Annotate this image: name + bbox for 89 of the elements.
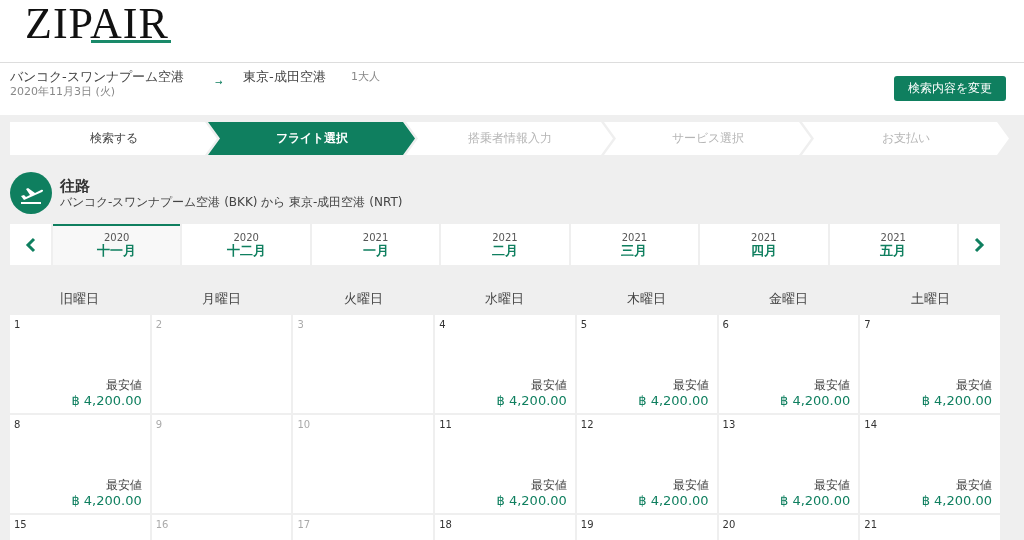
fare-price: ฿ 4,200.00 [921, 493, 992, 509]
day-number: 2 [155, 319, 164, 330]
day-number: 14 [864, 419, 878, 430]
weekday-header: 月曜日 [201, 290, 243, 308]
weekday-header: 旧曜日 [59, 290, 101, 308]
fare-price: ฿ 4,200.00 [496, 493, 567, 509]
fare-price: ฿ 4,200.00 [71, 493, 142, 509]
day-number: 5 [580, 319, 589, 330]
month-tab[interactable]: 2021 二月 [441, 224, 569, 265]
weekday-header: 水曜日 [484, 290, 526, 308]
chevron-left-icon [24, 236, 37, 253]
calendar-day-cell[interactable]: 1 最安値 ฿ 4,200.00 [10, 315, 150, 413]
day-number: 8 [14, 419, 22, 430]
fare-price: ฿ 4,200.00 [780, 393, 851, 409]
lowest-fare-label: 最安値 [672, 378, 709, 393]
calendar-day-cell[interactable]: 19 [576, 515, 717, 540]
lowest-fare-label: 最安値 [105, 478, 142, 493]
day-number: 10 [297, 419, 312, 430]
calendar-day-cell[interactable]: 5 最安値 ฿ 4,200.00 [576, 315, 717, 413]
lowest-fare-label: 最安値 [956, 378, 992, 393]
weekday-header: 土曜日 [909, 290, 951, 308]
passenger-count: 1大人 [351, 69, 380, 85]
month-tab[interactable]: 2020 十二月 [182, 224, 310, 265]
calendar-day-cell[interactable]: 21 [860, 515, 1000, 540]
fare-price: ฿ 4,200.00 [71, 393, 142, 409]
route-arrow: → [215, 77, 224, 87]
day-number: 21 [864, 519, 878, 530]
departing-plane-icon [10, 172, 52, 214]
lowest-fare-label: 最安値 [814, 378, 851, 393]
progress-step: サービス選択 [604, 122, 811, 155]
month-tab[interactable]: 2021 五月 [829, 224, 957, 265]
weekday-header: 金曜日 [767, 290, 809, 308]
zipair-logo[interactable]: ZIPAIR [25, 2, 169, 46]
day-number: 7 [864, 319, 872, 330]
calendar-day-cell[interactable]: 13 最安値 ฿ 4,200.00 [718, 415, 859, 513]
fare-price: ฿ 4,200.00 [780, 493, 851, 509]
calendar-day-cell[interactable]: 11 最安値 ฿ 4,200.00 [435, 415, 575, 513]
day-number: 12 [580, 419, 595, 430]
calendar-day-cell[interactable]: 12 最安値 ฿ 4,200.00 [576, 415, 717, 513]
day-number: 4 [439, 319, 447, 330]
lowest-fare-label: 最安値 [814, 478, 851, 493]
day-number: 6 [722, 319, 730, 330]
day-number: 1 [14, 319, 22, 330]
departure-date: 2020年11月3日 (火) [10, 85, 117, 98]
change-search-button[interactable]: 検索内容を変更 [894, 76, 1006, 101]
month-tab[interactable]: 2020 十一月 [53, 224, 181, 265]
progress-step: 搭乗者情報入力 [406, 122, 613, 155]
day-number: 3 [297, 319, 305, 330]
fare-price: ฿ 4,200.00 [921, 393, 992, 409]
fare-price: ฿ 4,200.00 [496, 393, 567, 409]
day-number: 19 [580, 519, 595, 530]
lowest-fare-label: 最安値 [530, 378, 567, 393]
progress-step: フライト選択 [208, 122, 415, 155]
day-number: 17 [297, 519, 312, 530]
day-number: 18 [439, 519, 453, 530]
day-number: 11 [439, 419, 453, 430]
day-number: 16 [155, 519, 170, 530]
leg-title: 往路 [60, 176, 91, 195]
progress-step: お支払い [802, 122, 1009, 155]
calendar-day-cell[interactable]: 14 最安値 ฿ 4,200.00 [860, 415, 1000, 513]
calendar-day-cell[interactable]: 18 [435, 515, 575, 540]
weekday-header: 木曜日 [626, 290, 668, 308]
progress-step: 検索する [10, 122, 217, 155]
month-tab[interactable]: 2021 一月 [311, 224, 440, 265]
calendar-day-cell[interactable]: 6 最安値 ฿ 4,200.00 [718, 315, 859, 413]
fare-price: ฿ 4,200.00 [638, 393, 709, 409]
calendar-day-cell[interactable]: 4 最安値 ฿ 4,200.00 [435, 315, 575, 413]
calendar-day-cell[interactable]: 8 最安値 ฿ 4,200.00 [10, 415, 150, 513]
month-tab[interactable]: 2021 四月 [700, 224, 828, 265]
origin-airport: バンコク-スワンナプーム空港 [10, 69, 185, 85]
lowest-fare-label: 最安値 [530, 478, 567, 493]
day-number: 15 [14, 519, 28, 530]
fare-price: ฿ 4,200.00 [638, 493, 709, 509]
previous-month-button[interactable] [10, 224, 51, 265]
day-number: 13 [722, 419, 737, 430]
day-number: 20 [722, 519, 737, 530]
day-number: 9 [155, 419, 164, 430]
destination-airport: 東京-成田空港 [243, 69, 327, 85]
lowest-fare-label: 最安値 [672, 478, 709, 493]
lowest-fare-label: 最安値 [105, 378, 142, 393]
leg-route: バンコク-スワンナプーム空港 (BKK) から 東京-成田空港 (NRT) [60, 194, 403, 210]
calendar-day-cell[interactable]: 7 最安値 ฿ 4,200.00 [860, 315, 1000, 413]
calendar-day-cell[interactable]: 20 [718, 515, 859, 540]
chevron-right-icon [973, 236, 986, 253]
month-tab[interactable]: 2021 三月 [570, 224, 699, 265]
next-month-button[interactable] [958, 224, 1000, 265]
weekday-header: 火曜日 [342, 290, 384, 308]
calendar-day-cell[interactable]: 15 [10, 515, 150, 540]
lowest-fare-label: 最安値 [956, 478, 992, 493]
